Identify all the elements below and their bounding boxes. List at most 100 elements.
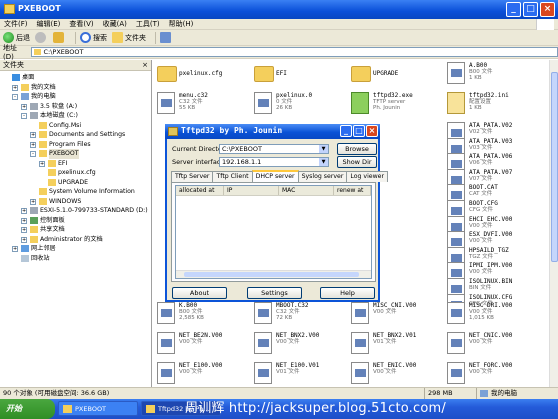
file-item[interactable]: MISC_CNI.V00 V00 文件 xyxy=(349,300,444,330)
views-button[interactable] xyxy=(160,32,173,43)
chevron-down-icon[interactable]: ▼ xyxy=(319,145,328,153)
forward-button[interactable] xyxy=(35,32,48,43)
server-interfaces-combo[interactable]: 192.168.1.1 ▼ xyxy=(219,157,329,167)
tree-node[interactable]: + EFI xyxy=(0,159,151,169)
file-item[interactable]: NET_BNX2.V00 V00 文件 xyxy=(252,330,347,360)
browse-button[interactable]: Browse xyxy=(337,143,377,155)
tab-tftp-client[interactable]: Tftp Client xyxy=(212,171,253,182)
taskbar-item-explorer[interactable]: PXEBOOT xyxy=(58,401,138,416)
folders-button[interactable]: 文件夹 xyxy=(112,32,146,43)
help-button[interactable]: Help xyxy=(320,287,375,299)
collapse-icon[interactable]: - xyxy=(30,151,36,157)
close-pane-icon[interactable]: × xyxy=(142,60,148,71)
expand-icon[interactable]: + xyxy=(21,208,27,214)
minimize-button[interactable]: _ xyxy=(506,2,521,17)
tree-node[interactable]: + 控制面板 xyxy=(0,216,151,226)
scrollbar-thumb[interactable] xyxy=(184,272,359,277)
file-item[interactable]: K.B00 B00 文件 2,585 KB xyxy=(155,300,250,330)
tree-node[interactable]: + 网上邻居 xyxy=(0,244,151,254)
chevron-down-icon[interactable]: ▼ xyxy=(319,158,328,166)
column-renew-at[interactable]: renew at xyxy=(334,186,371,195)
column-allocated-at[interactable]: allocated at xyxy=(176,186,224,195)
settings-button[interactable]: Settings xyxy=(247,287,302,299)
file-item[interactable]: MBOOT.C32 C32 文件 72 KB xyxy=(252,300,347,330)
file-item[interactable]: NET_E100.V01 V01 文件 xyxy=(252,360,347,387)
file-item[interactable]: NET_FORC.V00 V00 文件 xyxy=(445,360,540,387)
tree-node[interactable]: + 我的文档 xyxy=(0,83,151,93)
menu-edit[interactable]: 编辑(E) xyxy=(37,19,61,29)
expand-icon[interactable]: + xyxy=(39,160,45,167)
expand-icon[interactable]: + xyxy=(30,132,36,138)
file-item[interactable]: NET_BNX2.V01 V01 文件 xyxy=(349,330,444,360)
vertical-scrollbar[interactable] xyxy=(549,60,558,387)
up-button[interactable] xyxy=(53,32,66,43)
file-item[interactable]: NET_CNIC.V00 V00 文件 xyxy=(445,330,540,360)
file-item[interactable]: NET_ENIC.V00 V00 文件 xyxy=(349,360,444,387)
folder-item[interactable]: EFI xyxy=(252,60,347,90)
tree-node[interactable]: Config.Msi xyxy=(0,121,151,131)
scrollbar-thumb[interactable] xyxy=(551,72,558,262)
expand-icon[interactable]: + xyxy=(21,236,27,243)
tab-dhcp-server[interactable]: DHCP server xyxy=(251,170,299,182)
show-dir-button[interactable]: Show Dir xyxy=(337,156,377,168)
folder-item[interactable]: UPGRADE xyxy=(349,60,444,90)
dhcp-leases-list[interactable]: allocated at IP MAC renew at xyxy=(175,185,372,279)
file-item[interactable]: NET_BE2N.V00 V00 文件 xyxy=(155,330,250,360)
tree-node[interactable]: + ESXI-5.1.0-799733-STANDARD (D:) xyxy=(0,206,151,216)
tree-node[interactable]: + Program Files xyxy=(0,140,151,150)
start-button[interactable]: 开始 xyxy=(0,399,55,419)
expand-icon[interactable]: + xyxy=(12,246,18,252)
collapse-icon[interactable]: - xyxy=(12,94,18,100)
tftpd32-maximize-button[interactable]: □ xyxy=(353,125,365,137)
file-item[interactable]: tftpd32.ini 配置设置 1 KB xyxy=(445,90,540,120)
about-button[interactable]: About xyxy=(172,287,227,299)
tree-node[interactable]: +3.5 软盘 (A:) xyxy=(0,102,151,112)
tree-node[interactable]: System Volume Information xyxy=(0,187,151,197)
horizontal-scrollbar[interactable] xyxy=(176,270,371,278)
collapse-icon[interactable]: - xyxy=(21,113,27,119)
file-item[interactable]: A.B00 B00 文件 1 KB xyxy=(445,60,540,90)
menu-help[interactable]: 帮助(H) xyxy=(169,19,194,29)
address-field[interactable]: C:\PXEBOOT xyxy=(30,47,558,57)
tree-node[interactable]: - 我的电脑 xyxy=(0,92,151,102)
tab-log-viewer[interactable]: Log viewer xyxy=(346,171,389,182)
expand-icon[interactable]: + xyxy=(30,141,36,148)
tree-node[interactable]: 桌面 xyxy=(0,73,151,83)
file-item[interactable]: NET_E100.V00 V00 文件 xyxy=(155,360,250,387)
menu-view[interactable]: 查看(V) xyxy=(69,19,93,29)
file-item[interactable]: pxelinux.0 0 文件 26 KB xyxy=(252,90,347,120)
folder-item[interactable]: pxelinux.cfg xyxy=(155,60,250,90)
tree-node[interactable]: - PXEBOOT xyxy=(0,149,151,159)
back-button[interactable]: 后退 xyxy=(3,32,30,43)
tree-node[interactable]: pxelinux.cfg xyxy=(0,168,151,178)
menu-file[interactable]: 文件(F) xyxy=(4,19,28,29)
tree-node[interactable]: + WINDOWS xyxy=(0,197,151,207)
file-name: NET_FORC.V00 xyxy=(469,362,513,369)
expand-icon[interactable]: + xyxy=(21,103,27,110)
menu-favorites[interactable]: 收藏(A) xyxy=(103,19,127,29)
tab-syslog-server[interactable]: Syslog server xyxy=(297,171,348,182)
expand-icon[interactable]: + xyxy=(21,217,27,224)
tree-node[interactable]: + Documents and Settings xyxy=(0,130,151,140)
maximize-button[interactable]: □ xyxy=(523,2,538,17)
column-mac[interactable]: MAC xyxy=(279,186,334,195)
expand-icon[interactable]: + xyxy=(30,198,36,205)
tree-node[interactable]: - 本地磁盘 (C:) xyxy=(0,111,151,121)
tab-tftp-server[interactable]: Tftp Server xyxy=(171,171,214,182)
tree-node[interactable]: + 共享文档 xyxy=(0,225,151,235)
file-item[interactable]: menu.c32 C32 文件 55 KB xyxy=(155,90,250,120)
tftpd32-close-button[interactable]: × xyxy=(366,125,378,137)
column-ip[interactable]: IP xyxy=(224,186,279,195)
search-button[interactable]: 搜索 xyxy=(80,32,107,43)
close-button[interactable]: × xyxy=(540,2,555,17)
menu-tools[interactable]: 工具(T) xyxy=(136,19,160,29)
file-item[interactable]: MISC_DRI.V00 V00 文件 1,015 KB xyxy=(445,300,540,330)
tree-node[interactable]: + Administrator 的文档 xyxy=(0,235,151,245)
tree-node[interactable]: 回收站 xyxy=(0,254,151,264)
expand-icon[interactable]: + xyxy=(12,84,18,91)
tftpd32-minimize-button[interactable]: _ xyxy=(340,125,352,137)
file-item[interactable]: tftpd32.exe TFTP server Ph. Jounin xyxy=(349,90,444,120)
current-directory-combo[interactable]: C:\PXEBOOT ▼ xyxy=(219,144,329,154)
tree-node[interactable]: UPGRADE xyxy=(0,178,151,188)
expand-icon[interactable]: + xyxy=(21,227,27,233)
